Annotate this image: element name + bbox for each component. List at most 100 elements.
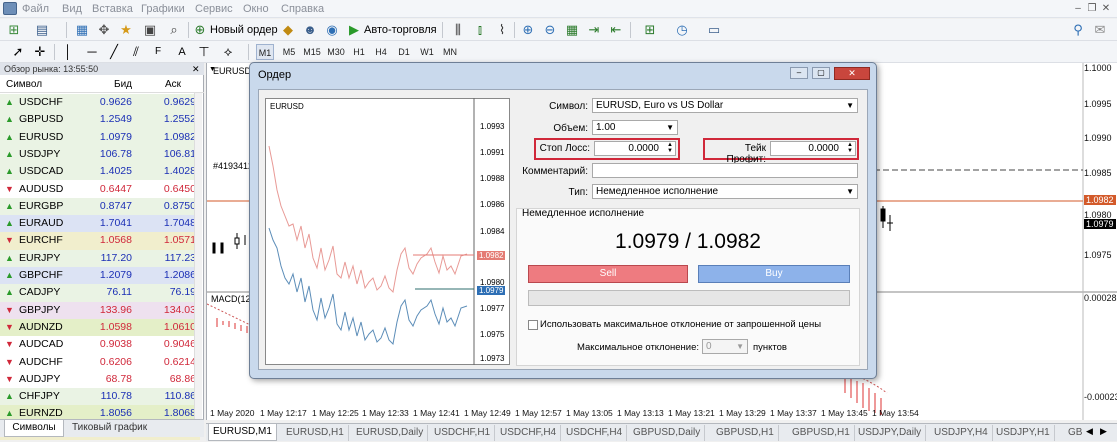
shapes-icon[interactable]: ⟡ [220, 44, 236, 60]
menu-insert[interactable]: Вставка [92, 3, 133, 15]
chart-tab[interactable]: USDCHF,H4 [496, 425, 562, 441]
tf-d1[interactable]: D1 [395, 44, 413, 60]
market-watch-row[interactable]: ▲ GBPCHF 1.2079 1.2086 [0, 267, 200, 285]
chart-tab[interactable]: GB [1064, 425, 1086, 441]
crosshair-icon[interactable]: ✛ [32, 44, 48, 60]
market-icon[interactable]: ◉ [324, 22, 340, 38]
menu-tools[interactable]: Сервис [195, 3, 233, 15]
tf-m1[interactable]: M1 [256, 44, 274, 60]
chart-tab[interactable]: USDJPY,H4 [930, 425, 993, 441]
take-profit-input[interactable]: 0.0000 ▲ ▼ [770, 141, 856, 156]
column-symbol[interactable]: Символ [6, 77, 42, 93]
dialog-minimize-icon[interactable]: – [790, 67, 808, 79]
chart-tab[interactable]: USDCHF,H4 [562, 425, 628, 441]
tf-m15[interactable]: M15 [302, 44, 322, 60]
restore-icon[interactable]: ❐ [1085, 2, 1099, 15]
new-chart-icon[interactable]: ⊞ [6, 22, 22, 38]
vertical-line-icon[interactable]: │ [60, 44, 76, 60]
market-watch-row[interactable]: ▼ AUDCAD 0.9038 0.9046 [0, 336, 200, 354]
zoom-in-icon[interactable]: ⊕ [520, 22, 536, 38]
chart-shift-icon[interactable]: ⇤ [608, 22, 624, 38]
market-watch-row[interactable]: ▲ EURJPY 117.20 117.23 [0, 249, 200, 267]
fibonacci-icon[interactable]: F [150, 44, 166, 60]
tab-symbols[interactable]: Символы [4, 420, 64, 437]
bar-chart-icon[interactable]: ⫼ [450, 22, 466, 38]
dialog-maximize-icon[interactable]: ▢ [812, 67, 830, 79]
chart-tab[interactable]: GBPUSD,H1 [712, 425, 779, 441]
chart-tab[interactable]: USDJPY,Daily [854, 425, 927, 441]
auto-trading-icon[interactable]: ▶ [346, 22, 362, 38]
new-order-icon[interactable]: ⊕ [192, 22, 208, 38]
market-watch-row[interactable]: ▼ AUDJPY 68.78 68.86 [0, 370, 200, 389]
market-watch-row[interactable]: ▲ EURAUD 1.7041 1.7048 [0, 215, 200, 233]
tile-windows-icon[interactable]: ▦ [564, 22, 580, 38]
market-watch-row[interactable]: ▼ GBPJPY 133.96 134.03 [0, 301, 200, 319]
tf-m30[interactable]: M30 [326, 44, 346, 60]
horizontal-line-icon[interactable]: ─ [84, 44, 100, 60]
market-watch-row[interactable]: ▼ AUDNZD 1.0598 1.0610 [0, 318, 200, 337]
market-watch-row[interactable]: ▲ EURGBP 0.8747 0.8750 [0, 197, 200, 216]
market-watch-row[interactable]: ▲ EURUSD 1.0979 1.0982 [0, 128, 200, 146]
sell-button[interactable]: Sell [528, 265, 688, 283]
max-deviation-input[interactable]: 0 ▼ [702, 339, 748, 354]
tabs-scroll-right-icon[interactable]: ▶ [1100, 426, 1107, 437]
column-ask[interactable]: Аск [165, 77, 181, 93]
trendline-icon[interactable]: ╱ [106, 44, 122, 60]
chart-tab-active[interactable]: EURUSD,M1 [208, 424, 277, 441]
cursor-icon[interactable]: ➚ [10, 44, 26, 60]
stop-loss-input[interactable]: 0.0000 ▲ ▼ [594, 141, 676, 156]
tab-tick-chart[interactable]: Тиковый график [72, 422, 147, 433]
autoscroll-icon[interactable]: ⇥ [586, 22, 602, 38]
stepper-icon[interactable]: ▲ ▼ [847, 142, 853, 154]
metaeditor-icon[interactable]: ◆ [280, 22, 296, 38]
chat-icon[interactable]: ✉ [1092, 22, 1108, 38]
terminal-icon[interactable]: ▣ [142, 22, 158, 38]
chart-tab[interactable]: GBPUSD,H1 [788, 425, 855, 441]
menu-file[interactable]: Файл [22, 3, 49, 15]
symbol-select[interactable]: EURUSD, Euro vs US Dollar ▼ [592, 98, 858, 113]
candles-icon[interactable]: ⫾ [472, 22, 488, 38]
chart-tab[interactable]: EURUSD,Daily [352, 425, 429, 441]
tf-m5[interactable]: M5 [280, 44, 298, 60]
tabs-scroll-left-icon[interactable]: ◀ [1086, 426, 1093, 437]
market-watch-row[interactable]: ▲ CADJPY 76.11 76.19 [0, 284, 200, 302]
market-watch-row[interactable]: ▲ CHFJPY 110.78 110.86 [0, 388, 200, 406]
market-watch-row[interactable]: ▲ USDCAD 1.4025 1.4028 [0, 163, 200, 181]
periods-icon[interactable]: ◷ [674, 22, 690, 38]
menu-window[interactable]: Окно [243, 3, 269, 15]
dialog-close-icon[interactable]: ✕ [834, 67, 870, 80]
chart-tab[interactable]: EURUSD,H1 [282, 425, 349, 441]
auto-trading-button[interactable]: Авто-торговля [364, 21, 437, 39]
signals-icon[interactable]: ☻ [302, 22, 318, 38]
indicators-icon[interactable]: ⊞ [642, 22, 658, 38]
market-watch-row[interactable]: ▲ GBPUSD 1.2549 1.2552 [0, 111, 200, 129]
app-icon[interactable] [3, 2, 17, 15]
comment-input[interactable] [592, 163, 858, 178]
volume-input[interactable]: 1.00 ▼ [592, 120, 678, 135]
chart-dropdown-icon[interactable]: ▼ [209, 66, 216, 73]
menu-charts[interactable]: Графики [141, 3, 185, 15]
profiles-icon[interactable]: ▤ [34, 22, 50, 38]
tf-h1[interactable]: H1 [350, 44, 368, 60]
chart-tab[interactable]: USDJPY,H1 [992, 425, 1055, 441]
favorites-icon[interactable]: ★ [118, 22, 134, 38]
line-chart-icon[interactable]: ⌇ [494, 22, 510, 38]
chart-tab[interactable]: USDCHF,H1 [430, 425, 496, 441]
minimize-icon[interactable]: – [1071, 2, 1085, 15]
market-watch-icon[interactable]: ▦ [74, 22, 90, 38]
tf-mn[interactable]: MN [441, 44, 459, 60]
chart-tab[interactable]: GBPUSD,Daily [629, 425, 706, 441]
tf-w1[interactable]: W1 [418, 44, 436, 60]
label-icon[interactable]: ⊤ [196, 44, 212, 60]
zoom-out-icon[interactable]: ⊖ [542, 22, 558, 38]
tester-icon[interactable]: ⌕ [166, 22, 182, 38]
close-icon[interactable]: ✕ [1099, 2, 1113, 15]
search-icon[interactable]: ⚲ [1070, 22, 1086, 38]
templates-icon[interactable]: ▭ [706, 22, 722, 38]
menu-help[interactable]: Справка [281, 3, 324, 15]
buy-button[interactable]: Buy [698, 265, 850, 283]
menu-view[interactable]: Вид [62, 3, 82, 15]
type-select[interactable]: Немедленное исполнение ▼ [592, 184, 858, 199]
navigator-icon[interactable]: ✥ [96, 22, 112, 38]
new-order-button[interactable]: Новый ордер [210, 21, 278, 39]
